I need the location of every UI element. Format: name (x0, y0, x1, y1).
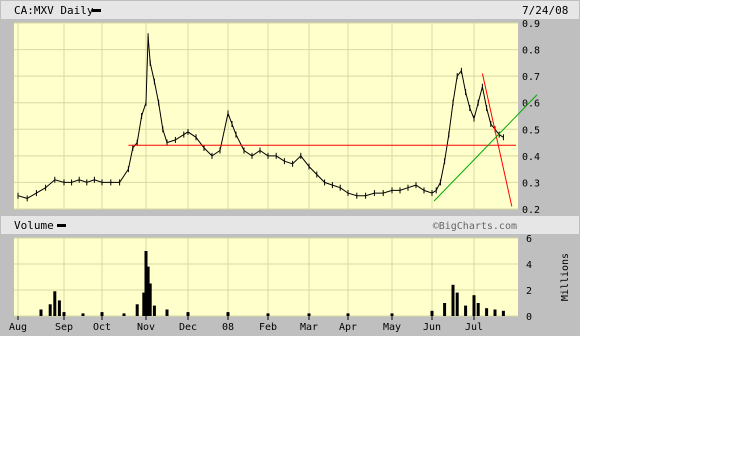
volume-y-tick-label: 2 (526, 286, 532, 297)
volume-bar (390, 313, 394, 316)
x-tick-label: Jul (465, 322, 483, 333)
chart-date: 7/24/08 (522, 4, 568, 17)
price-y-tick-label: 0.9 (522, 19, 540, 30)
volume-bar (464, 305, 468, 316)
price-y-tick-label: 0.2 (522, 205, 540, 216)
volume-bar (152, 305, 156, 316)
x-tick-label: Mar (300, 322, 318, 333)
x-tick-label: May (383, 322, 401, 333)
x-tick-label: Apr (339, 322, 357, 333)
x-tick-label: Nov (137, 322, 155, 333)
watermark: ©BigCharts.com (433, 221, 517, 232)
volume-y-tick-label: 6 (526, 234, 532, 245)
price-y-tick-label: 0.7 (522, 72, 540, 83)
volume-bar (57, 300, 61, 316)
volume-label: Volume (14, 219, 54, 232)
x-tick-label: Aug (9, 322, 27, 333)
chart-svg: CA:MXV Daily 7/24/08 0.20.30.40.50.60.70… (0, 0, 580, 336)
x-tick-label: Sep (55, 322, 73, 333)
ticker-label: CA:MXV Daily (14, 4, 94, 17)
x-tick-label: Feb (259, 322, 277, 333)
volume-bar (493, 309, 497, 316)
volume-legend-swatch (57, 224, 66, 227)
volume-bar (476, 303, 480, 316)
volume-bar (346, 313, 350, 316)
volume-bar (443, 303, 447, 316)
stock-chart: CA:MXV Daily 7/24/08 0.2 0.3 0.4 0.5 0.6 0.7 0… (0, 0, 580, 336)
volume-bar (430, 310, 434, 316)
volume-bar (48, 304, 52, 316)
volume-y-tick-label: 0 (526, 312, 532, 323)
volume-bar (135, 304, 139, 316)
x-tick-label: 08 (222, 322, 234, 333)
volume-y-tick-label: 4 (526, 260, 532, 271)
volume-bar (148, 283, 152, 316)
volume-bar (39, 309, 43, 316)
volume-bar (226, 312, 230, 316)
volume-bar (266, 313, 270, 316)
volume-bar (62, 312, 66, 316)
volume-plot-area (14, 238, 518, 316)
price-y-tick-label: 0.3 (522, 178, 540, 189)
volume-bar (186, 312, 190, 316)
x-tick-label: Dec (179, 322, 197, 333)
volume-bar (53, 291, 57, 316)
x-tick-label: Oct (93, 322, 111, 333)
volume-bar (501, 310, 505, 316)
volume-bar (100, 312, 104, 316)
legend-swatch (92, 9, 101, 12)
volume-bar (455, 292, 459, 316)
volume-bar (165, 309, 169, 316)
volume-bar (307, 313, 311, 316)
x-tick-label: Jun (423, 322, 441, 333)
volume-bar (81, 313, 85, 316)
price-y-tick-label: 0.5 (522, 125, 540, 136)
volume-bar (451, 284, 455, 316)
volume-bar (485, 308, 489, 316)
volume-bar (472, 295, 476, 316)
volume-unit-label: Millions (560, 253, 571, 301)
volume-bar (122, 313, 126, 316)
price-y-tick-label: 0.8 (522, 46, 540, 57)
price-y-tick-label: 0.4 (522, 152, 540, 163)
